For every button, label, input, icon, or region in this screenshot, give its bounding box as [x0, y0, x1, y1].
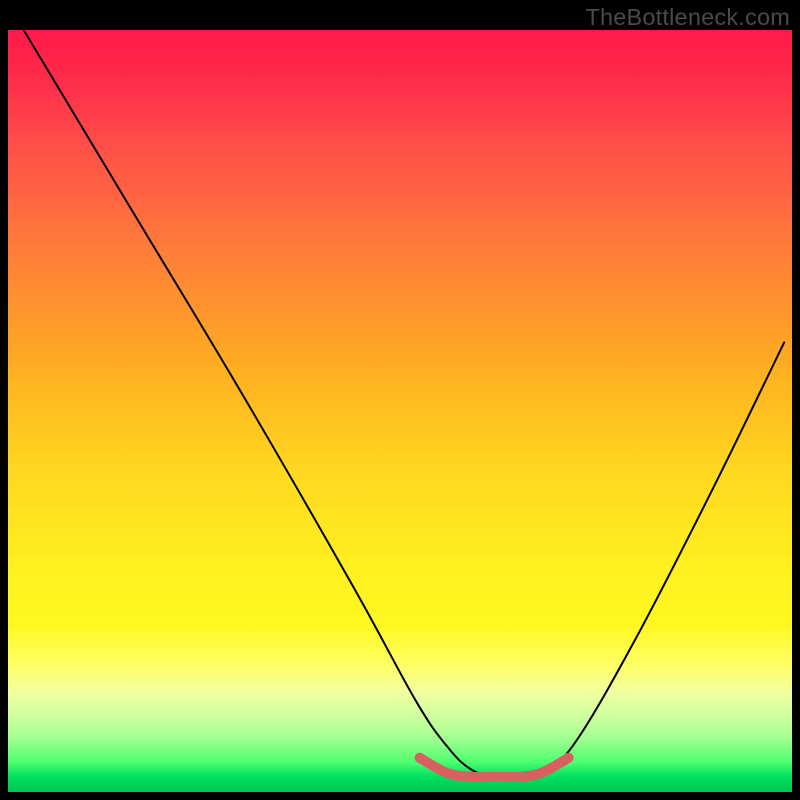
flat-region-highlight — [420, 758, 569, 777]
chart-gradient-area — [8, 30, 792, 792]
watermark-text: TheBottleneck.com — [585, 4, 790, 31]
chart-svg — [8, 30, 792, 792]
bottleneck-curve — [24, 30, 784, 778]
